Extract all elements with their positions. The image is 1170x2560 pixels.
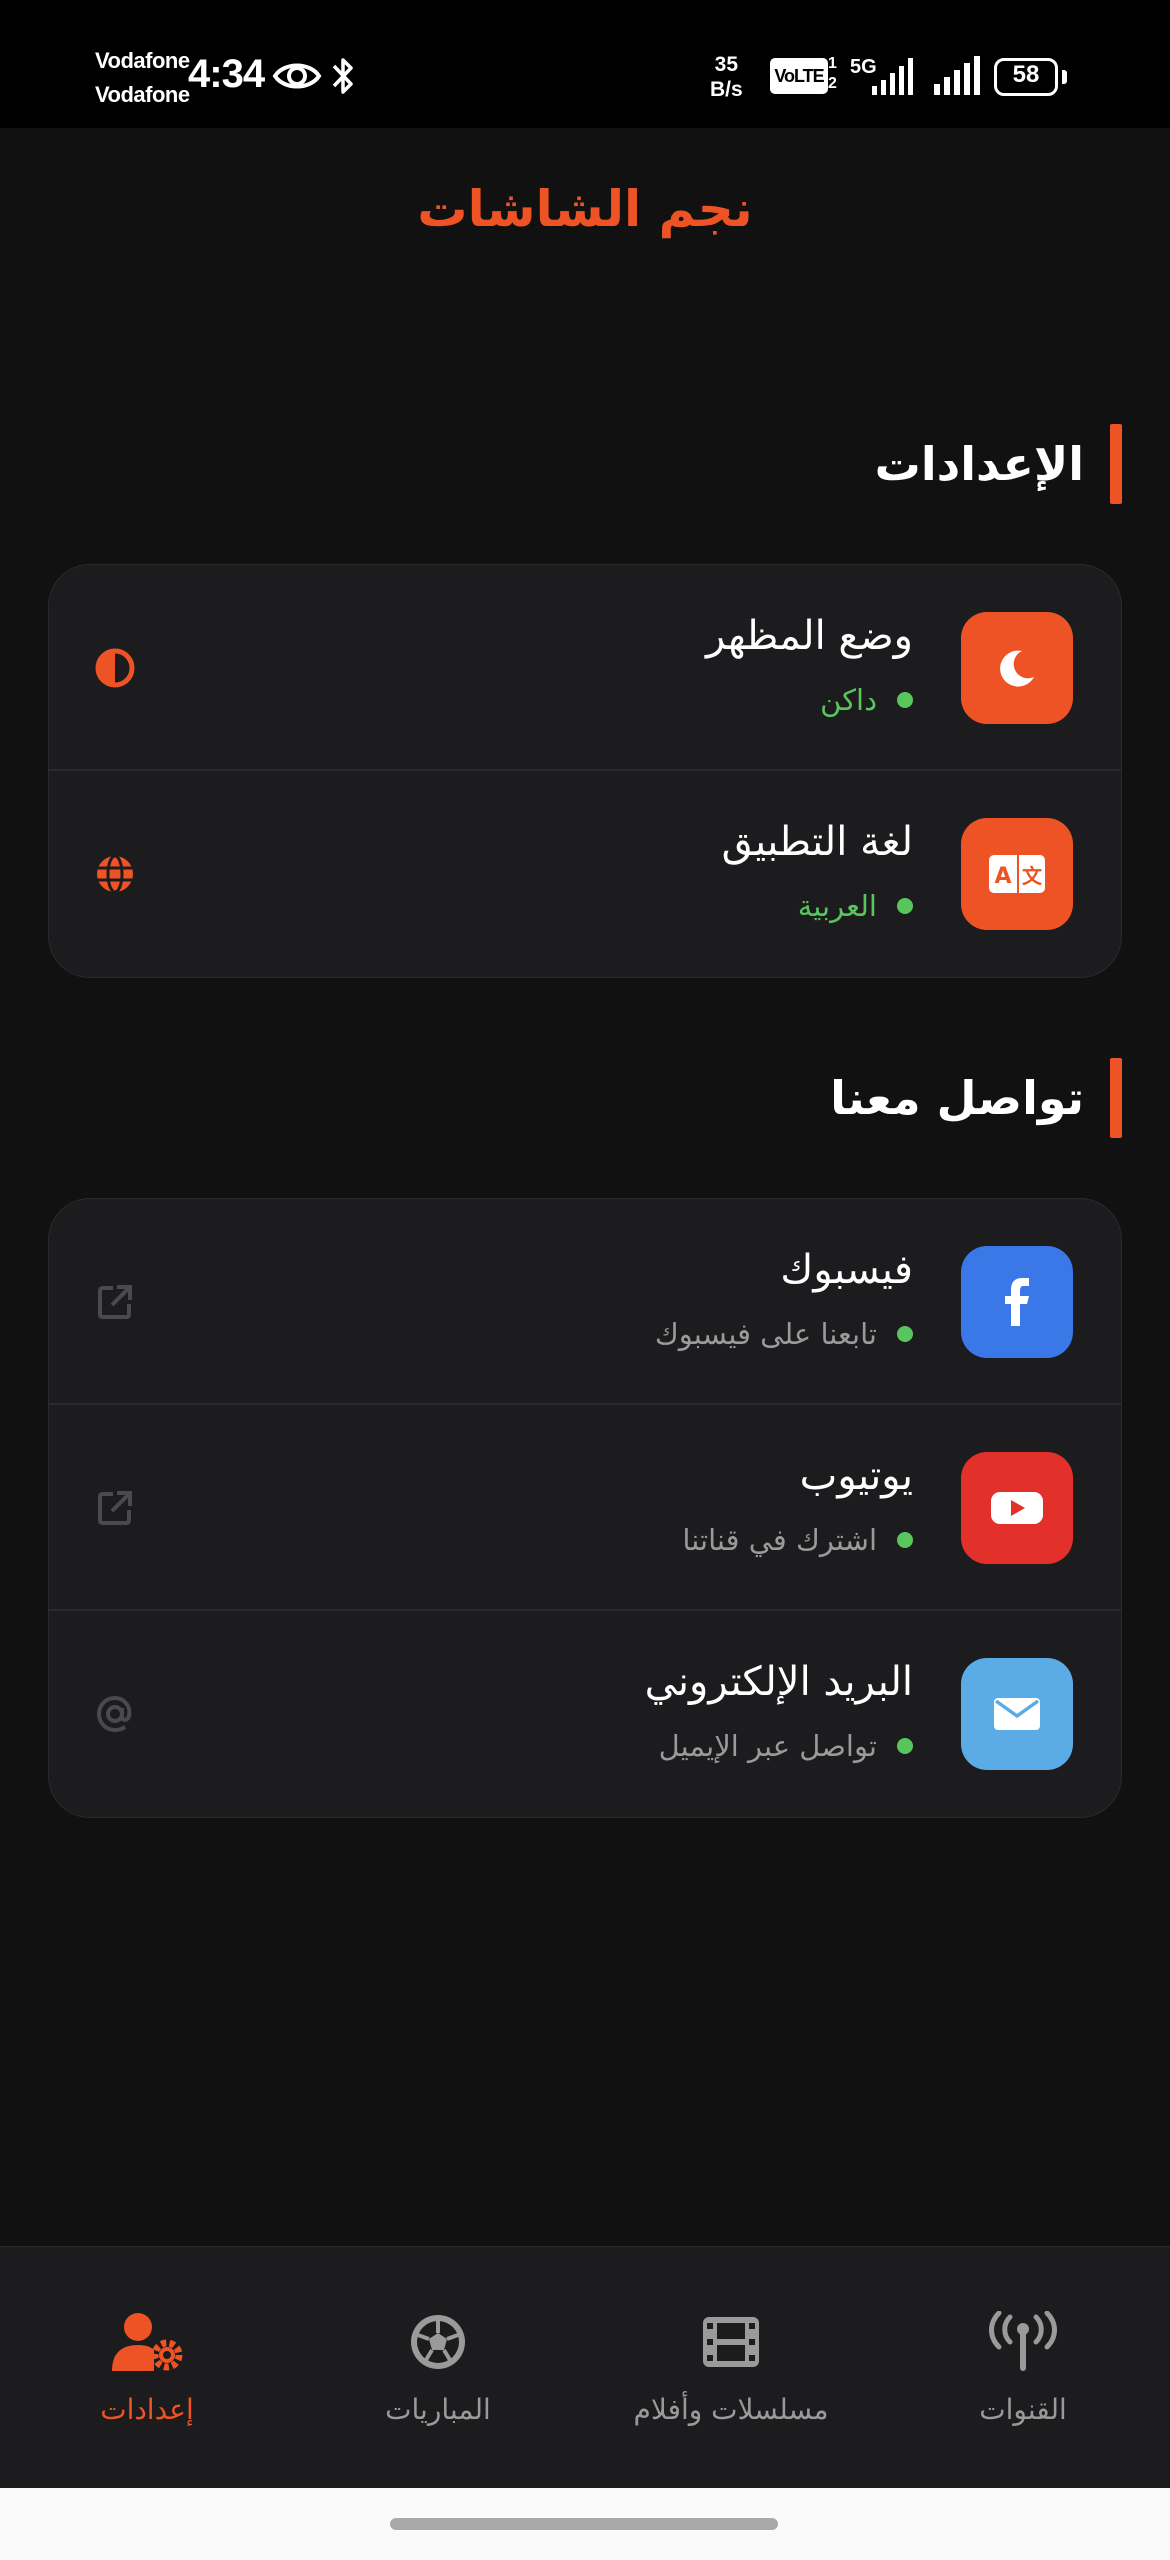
external-link-icon[interactable] <box>91 1484 139 1532</box>
carrier-names: Vodafone Vodafone <box>95 44 190 112</box>
contact-title: البريد الإلكتروني <box>644 1659 913 1705</box>
signal-icon <box>934 56 980 100</box>
contact-subtitle: اشترك في قناتنا <box>682 1523 877 1557</box>
battery-nub <box>1062 70 1067 84</box>
status-dot <box>897 1738 913 1754</box>
setting-row-appearance[interactable]: وضع المظهر داكن <box>49 565 1121 771</box>
at-icon[interactable] <box>91 1690 139 1738</box>
section-title: الإعدادات <box>874 437 1084 491</box>
bluetooth-icon <box>330 56 356 100</box>
setting-value: العربية <box>797 889 877 923</box>
contact-status: تابعنا على فيسبوك <box>655 1317 913 1351</box>
settings-card: وضع المظهر داكن A 文 لغة التطبيق العربية <box>48 564 1122 978</box>
film-icon <box>596 2307 866 2377</box>
section-header-contact: تواصل معنا <box>830 1058 1122 1138</box>
battery-level: 58 <box>1012 61 1040 88</box>
contact-row-facebook[interactable]: فيسبوك تابعنا على فيسبوك <box>49 1199 1121 1405</box>
nav-label: مسلسلات وأفلام <box>633 2393 829 2426</box>
svg-text:A: A <box>994 864 1011 889</box>
nav-item-channels[interactable]: القنوات <box>888 2307 1158 2426</box>
contact-subtitle: تواصل عبر الإيميل <box>658 1729 877 1763</box>
gesture-area <box>0 2488 1170 2560</box>
contact-title: فيسبوك <box>780 1247 913 1293</box>
setting-row-language[interactable]: A 文 لغة التطبيق العربية <box>49 771 1121 977</box>
contact-status: تواصل عبر الإيميل <box>659 1729 913 1763</box>
signal-icon <box>866 56 914 100</box>
nav-item-series-movies[interactable]: مسلسلات وأفلام <box>596 2307 866 2426</box>
status-dot <box>897 898 913 914</box>
sim-indicator: 1 2 <box>828 55 837 92</box>
setting-status: داكن <box>820 683 913 717</box>
home-indicator[interactable] <box>390 2518 778 2530</box>
contact-status: اشترك في قناتنا <box>682 1523 913 1557</box>
clock: 4:34 <box>188 52 265 96</box>
contact-card: فيسبوك تابعنا على فيسبوك يوتيوب اشترك في… <box>48 1198 1122 1818</box>
nav-label: إعدادات <box>100 2393 194 2426</box>
carrier-1: Vodafone <box>95 48 190 73</box>
nav-item-settings[interactable]: إعدادات <box>12 2307 282 2426</box>
contact-row-youtube[interactable]: يوتيوب اشترك في قناتنا <box>49 1405 1121 1611</box>
bottom-navigation: إعدادات المباريات مسلسلات وأفلام القنوات <box>0 2246 1170 2488</box>
svg-text:文: 文 <box>1022 864 1043 888</box>
app-title: نجم الشاشات <box>417 180 753 238</box>
moon-icon <box>961 612 1073 724</box>
contact-row-email[interactable]: البريد الإلكتروني تواصل عبر الإيميل <box>49 1611 1121 1817</box>
status-dot <box>897 1532 913 1548</box>
external-link-icon[interactable] <box>91 1278 139 1326</box>
globe-icon <box>91 850 139 898</box>
facebook-icon <box>961 1246 1073 1358</box>
carrier-2: Vodafone <box>95 82 190 107</box>
nav-label: القنوات <box>979 2393 1067 2426</box>
user-gear-icon <box>12 2307 282 2377</box>
section-accent-bar <box>1110 1058 1122 1138</box>
contact-subtitle: تابعنا على فيسبوك <box>654 1317 877 1351</box>
status-dot <box>897 692 913 708</box>
setting-title: لغة التطبيق <box>721 819 913 865</box>
section-accent-bar <box>1110 424 1122 504</box>
section-header-settings: الإعدادات <box>875 424 1122 504</box>
network-speed: 35 B/s <box>710 53 743 101</box>
translate-icon: A 文 <box>961 818 1073 930</box>
soccer-ball-icon <box>303 2307 573 2377</box>
nav-label: المباريات <box>385 2393 491 2426</box>
contact-title: يوتيوب <box>799 1453 913 1499</box>
envelope-icon <box>961 1658 1073 1770</box>
setting-status: العربية <box>798 889 913 923</box>
youtube-icon <box>961 1452 1073 1564</box>
setting-value: داكن <box>820 683 877 717</box>
antenna-icon <box>888 2307 1158 2377</box>
section-title: تواصل معنا <box>830 1071 1084 1125</box>
status-bar: Vodafone Vodafone 4:34 35 B/s VoLTE 1 2 … <box>0 0 1170 128</box>
nav-item-matches[interactable]: المباريات <box>303 2307 573 2426</box>
contrast-icon <box>91 644 139 692</box>
status-dot <box>897 1326 913 1342</box>
eye-icon <box>272 58 322 98</box>
volte-badge: VoLTE <box>770 58 828 94</box>
setting-title: وضع المظهر <box>705 613 913 659</box>
